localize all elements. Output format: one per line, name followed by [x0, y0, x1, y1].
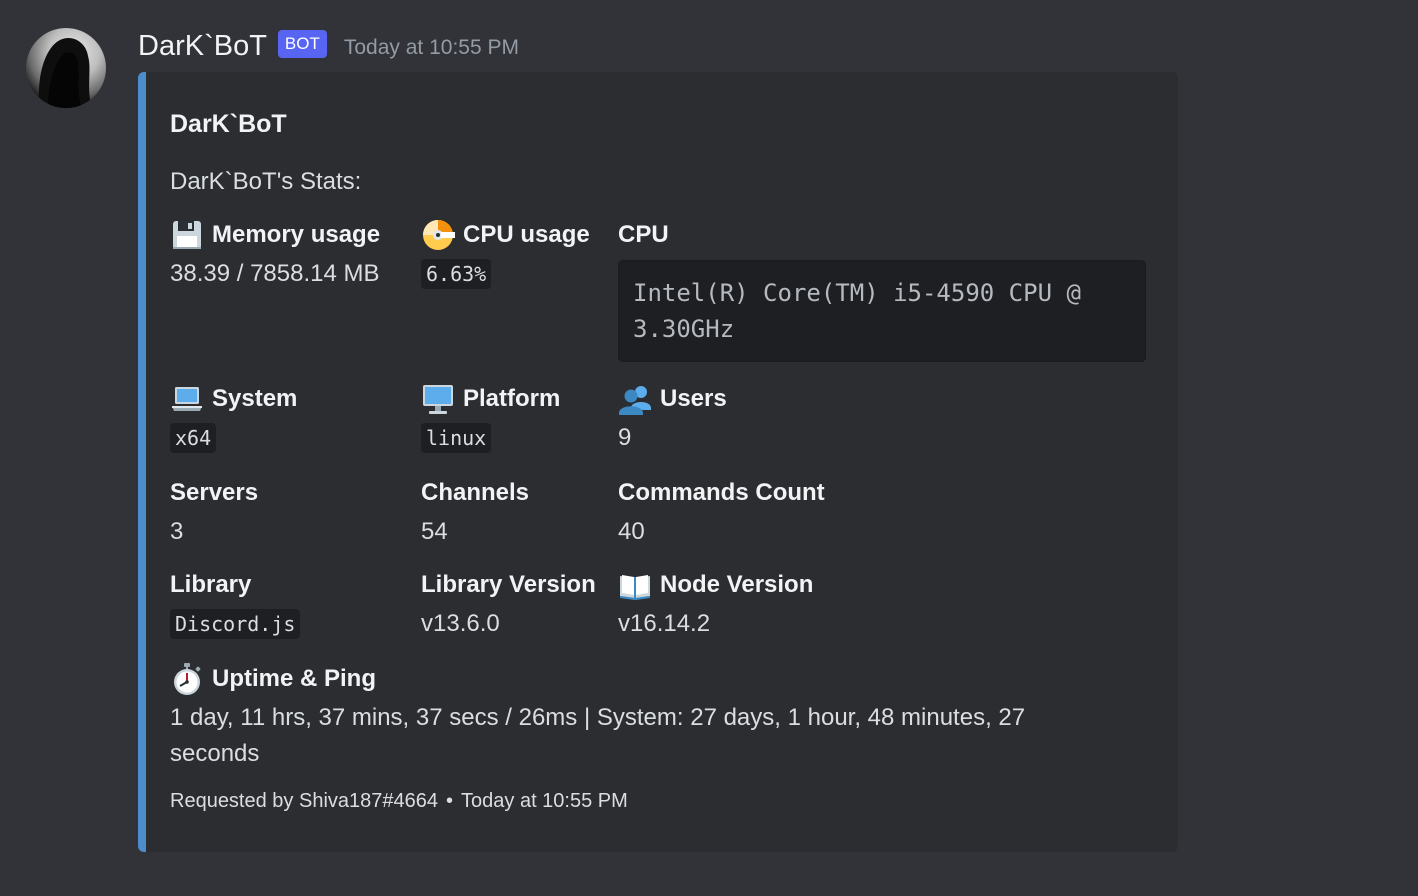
- code-block: Intel(R) Core(TM) i5-4590 CPU @ 3.30GHz: [618, 260, 1146, 362]
- field-name: Memory usage: [212, 221, 381, 248]
- field-name: Node Version: [660, 571, 814, 598]
- field-cpu: CPU Intel(R) Core(TM) i5-4590 CPU @ 3.30…: [618, 218, 1146, 362]
- embed-description: DarK`BoT's Stats:: [170, 168, 362, 195]
- field-name: Uptime & Ping: [212, 665, 377, 692]
- stopwatch-icon: [170, 662, 204, 696]
- field-memory-usage: Memory usage 38.39 / 7858.14 MB: [170, 218, 380, 290]
- field-library: Library Discord.js: [170, 568, 301, 640]
- field-value: 1 day, 11 hrs, 37 mins, 37 secs / 26ms |…: [170, 704, 1026, 767]
- field-value: x64: [170, 423, 217, 453]
- message-timestamp[interactable]: Today at 10:55 PM: [344, 36, 519, 60]
- field-name: CPU: [618, 221, 669, 248]
- field-name: Platform: [463, 385, 561, 412]
- field-value: v13.6.0: [421, 610, 500, 637]
- field-value: 38.39 / 7858.14 MB: [170, 260, 380, 287]
- hooded-figure-avatar-icon: [38, 37, 92, 108]
- stats-embed: DarK`BoT DarK`BoT's Stats: Memory usage …: [138, 72, 1178, 852]
- field-value: Discord.js: [170, 609, 301, 639]
- field-uptime-ping: Uptime & Ping 1 day, 11 hrs, 37 mins, 37…: [170, 662, 1110, 772]
- laptop-icon: [170, 382, 204, 416]
- field-system: System x64: [170, 382, 297, 454]
- field-name: Commands Count: [618, 479, 825, 506]
- embed-footer: Requested by Shiva187#4664 • Today at 10:5…: [170, 790, 628, 813]
- field-node-version: Node Version v16.14.2: [618, 568, 813, 640]
- field-platform: Platform linux: [421, 382, 560, 454]
- message-header: DarK`BoT BOT Today at 10:55 PM: [138, 26, 519, 66]
- footer-separator: •: [446, 790, 454, 812]
- desktop-computer-icon: [421, 382, 455, 416]
- field-users: Users 9: [618, 382, 727, 454]
- field-name: System: [212, 385, 298, 412]
- field-commands-count: Commands Count 40: [618, 476, 825, 548]
- username[interactable]: DarK`BoT: [138, 30, 267, 63]
- field-value: 40: [618, 518, 645, 545]
- field-name: Servers: [170, 479, 259, 506]
- field-name: Users: [660, 385, 727, 412]
- field-value: 3: [170, 518, 184, 545]
- field-library-version: Library Version v13.6.0: [421, 568, 596, 640]
- field-value: 6.63%: [421, 259, 492, 289]
- floppy-disk-icon: [170, 218, 204, 252]
- users-icon: [618, 382, 652, 416]
- avatar[interactable]: [26, 28, 106, 108]
- field-servers: Servers 3: [170, 476, 258, 548]
- dvd-icon: [421, 218, 455, 252]
- embed-title: DarK`BoT: [170, 110, 287, 138]
- field-channels: Channels 54: [421, 476, 529, 548]
- field-name: CPU usage: [463, 221, 590, 248]
- footer-requested-by: Requested by Shiva187#4664: [170, 790, 438, 812]
- embed-accent-bar: [138, 72, 146, 852]
- bot-badge: BOT: [277, 30, 327, 58]
- field-value: 9: [618, 424, 632, 451]
- chat-message: DarK`BoT BOT Today at 10:55 PM DarK`BoT …: [0, 0, 1418, 896]
- field-name: Channels: [421, 479, 530, 506]
- field-value: 54: [421, 518, 448, 545]
- field-value: linux: [421, 423, 492, 453]
- open-book-icon: [618, 568, 652, 602]
- field-name: Library: [170, 571, 252, 598]
- field-value: v16.14.2: [618, 610, 711, 637]
- field-name: Library Version: [421, 571, 596, 598]
- footer-timestamp: Today at 10:55 PM: [461, 790, 628, 812]
- field-cpu-usage: CPU usage 6.63%: [421, 218, 590, 290]
